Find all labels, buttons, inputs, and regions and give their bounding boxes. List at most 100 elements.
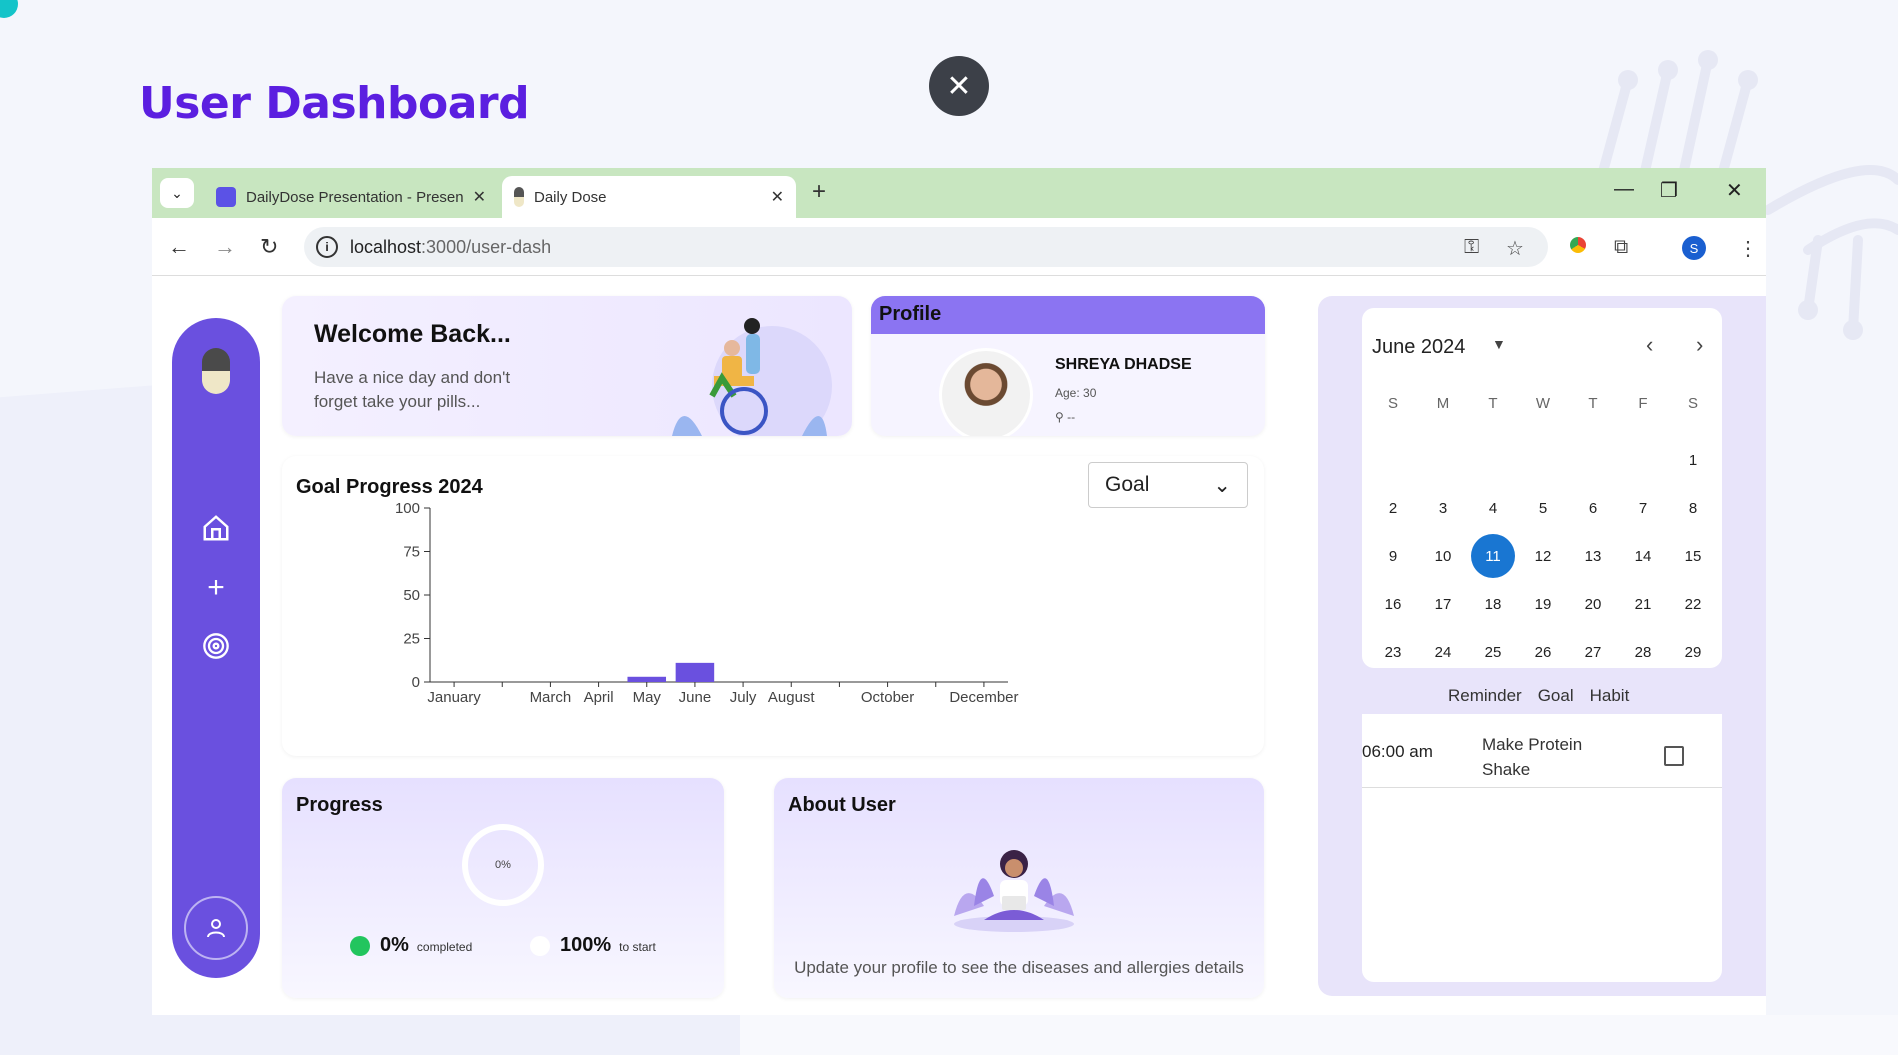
calendar-day[interactable]: 7	[1618, 484, 1668, 532]
presentation-icon	[216, 187, 236, 207]
completed-legend: 0% completed	[350, 934, 472, 957]
weekday-label: F	[1638, 394, 1648, 412]
calendar-day[interactable]: 22	[1668, 580, 1718, 628]
calendar-blank	[1568, 436, 1618, 484]
calendar-day-selected[interactable]: 11	[1468, 532, 1518, 580]
calendar-day[interactable]: 28	[1618, 628, 1668, 676]
url-input[interactable]: i localhost:3000/user-dash	[304, 227, 1548, 267]
calendar-day[interactable]: 24	[1418, 628, 1468, 676]
calendar-day[interactable]: 17	[1418, 580, 1468, 628]
tab-presentation[interactable]: DailyDose Presentation - Presen ✕	[204, 176, 498, 218]
profile-avatar-button[interactable]: S	[1682, 236, 1706, 260]
progress-ring-value: 0%	[495, 859, 511, 871]
tab-close-icon[interactable]: ✕	[473, 187, 486, 207]
calendar-day[interactable]: 27	[1568, 628, 1618, 676]
calendar-month-label[interactable]: June 2024	[1372, 336, 1465, 359]
calendar-day[interactable]: 23	[1368, 628, 1418, 676]
back-icon[interactable]: ←	[168, 234, 190, 260]
minimize-icon[interactable]: —	[1614, 178, 1634, 201]
reload-icon[interactable]: ↻	[260, 234, 278, 260]
chrome-extension-icon[interactable]	[1570, 236, 1586, 259]
user-icon[interactable]	[184, 896, 248, 960]
tab-daily-dose[interactable]: Daily Dose ✕	[502, 176, 796, 218]
calendar-day[interactable]: 12	[1518, 532, 1568, 580]
x-tick-label: January	[427, 689, 481, 706]
calendar-day[interactable]: 13	[1568, 532, 1618, 580]
x-tick-label: October	[861, 689, 914, 706]
close-button[interactable]: ✕	[929, 56, 989, 116]
panel-tabs: Reminder Goal Habit	[1448, 686, 1629, 706]
calendar-day[interactable]: 20	[1568, 580, 1618, 628]
x-tick-label: March	[530, 689, 572, 706]
extensions-icon[interactable]: ⧉	[1614, 236, 1628, 259]
calendar-day[interactable]: 9	[1368, 532, 1418, 580]
remaining-label: to start	[619, 940, 656, 954]
tab-goal[interactable]: Goal	[1538, 686, 1574, 706]
weekday-label: W	[1535, 394, 1551, 412]
caret-down-icon[interactable]: ▼	[1492, 336, 1506, 352]
star-icon[interactable]: ☆	[1506, 236, 1524, 261]
tab-label: Daily Dose	[534, 188, 607, 206]
tab-reminder[interactable]: Reminder	[1448, 686, 1522, 706]
window-close-icon[interactable]: ✕	[1726, 178, 1743, 203]
new-tab-button[interactable]: +	[812, 178, 826, 206]
plus-icon[interactable]: +	[196, 568, 236, 608]
calendar-blank	[1468, 436, 1518, 484]
avatar	[939, 348, 1033, 436]
calendar-day[interactable]: 4	[1468, 484, 1518, 532]
x-tick-label: December	[949, 689, 1018, 706]
weekday-label: T	[1588, 394, 1598, 412]
welcome-card: Welcome Back... Have a nice day and don'…	[282, 296, 852, 436]
forward-icon[interactable]: →	[214, 234, 236, 260]
about-user-card: About User Update your profile to see th…	[774, 778, 1264, 998]
tab-habit[interactable]: Habit	[1590, 686, 1630, 706]
profile-card: Profile SHREYA DHADSE Age: 30 ⚲ --	[871, 296, 1265, 436]
calendar-day[interactable]: 16	[1368, 580, 1418, 628]
tab-close-icon[interactable]: ✕	[771, 187, 784, 207]
calendar-day[interactable]: 15	[1668, 532, 1718, 580]
bar	[675, 662, 715, 682]
target-icon[interactable]	[196, 626, 236, 666]
calendar-day[interactable]: 6	[1568, 484, 1618, 532]
tab-label: DailyDose Presentation - Presen	[246, 188, 464, 206]
address-bar: ← → ↻ i localhost:3000/user-dash ⚿ ☆ ⧉ S…	[152, 218, 1766, 276]
calendar-day[interactable]: 2	[1368, 484, 1418, 532]
site-info-icon[interactable]: i	[316, 236, 338, 258]
calendar-blank	[1618, 436, 1668, 484]
calendar-day[interactable]: 5	[1518, 484, 1568, 532]
calendar-day[interactable]: 8	[1668, 484, 1718, 532]
calendar-day[interactable]: 21	[1618, 580, 1668, 628]
calendar-day[interactable]: 3	[1418, 484, 1468, 532]
remaining-dot	[530, 935, 550, 956]
url-path: :3000/user-dash	[421, 236, 552, 257]
app-page: + Welcome Back... Have a nice day and do…	[152, 276, 1766, 1015]
calendar-day[interactable]: 26	[1518, 628, 1568, 676]
remaining-legend: 100% to start	[530, 934, 656, 957]
y-tick-label: 50	[403, 587, 420, 604]
home-icon[interactable]	[196, 508, 236, 548]
calendar-day[interactable]: 19	[1518, 580, 1568, 628]
restore-icon[interactable]: ❐	[1660, 178, 1678, 203]
chevron-left-icon[interactable]: ‹	[1646, 332, 1653, 358]
menu-icon[interactable]: ⋮	[1738, 236, 1758, 261]
list-item: 06:00 am Make Protein Shake	[1362, 714, 1722, 788]
key-icon[interactable]: ⚿	[1464, 236, 1479, 259]
calendar-day[interactable]: 10	[1418, 532, 1468, 580]
calendar-day[interactable]: 1	[1668, 436, 1718, 484]
caregiver-illustration	[672, 318, 832, 436]
calendar-day[interactable]: 25	[1468, 628, 1518, 676]
calendar-day[interactable]: 29	[1668, 628, 1718, 676]
calendar-blank	[1368, 436, 1418, 484]
profile-age: Age: 30	[1055, 386, 1097, 400]
calendar: June 2024 ▼ ‹ › S M T W T F S 1 2 3 4 5 6 7 8 9 10 11 12 13…	[1362, 308, 1722, 668]
welcome-message: Have a nice day and don't forget take yo…	[314, 368, 511, 411]
browser-window: ⌄ DailyDose Presentation - Presen ✕ Dail…	[152, 168, 1766, 1015]
about-title: About User	[788, 794, 896, 816]
reminder-checkbox[interactable]	[1664, 746, 1684, 766]
tab-search-button[interactable]: ⌄	[160, 178, 194, 208]
calendar-day[interactable]: 18	[1468, 580, 1518, 628]
chevron-right-icon[interactable]: ›	[1696, 332, 1703, 358]
corner-dot	[0, 0, 18, 18]
calendar-day[interactable]: 14	[1618, 532, 1668, 580]
progress-title: Progress	[296, 794, 383, 816]
